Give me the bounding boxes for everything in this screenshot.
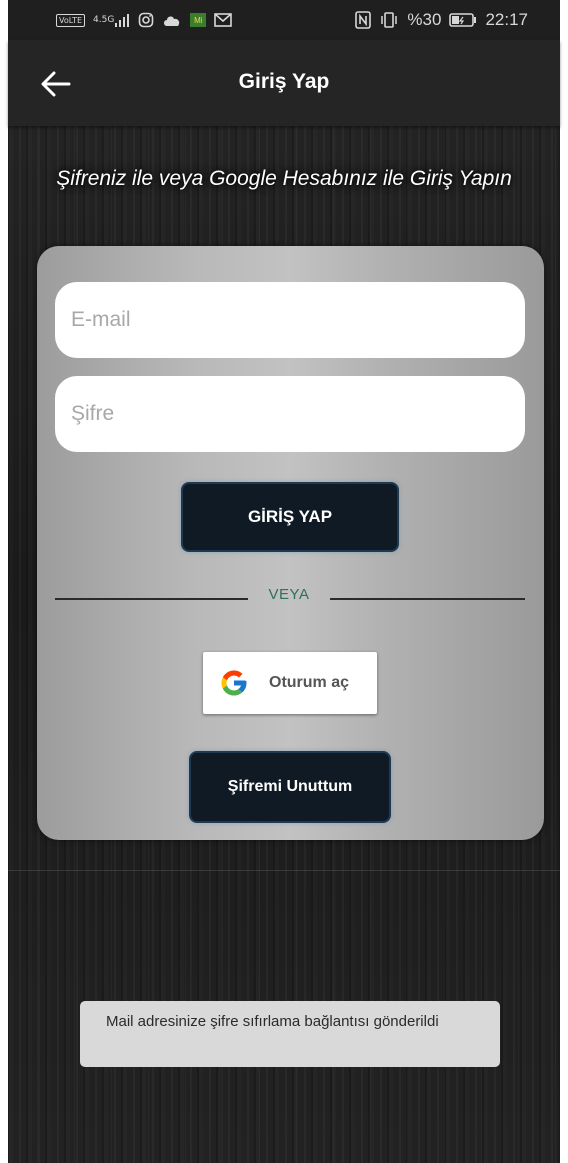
battery-percent: %30 [407,10,442,29]
volte-icon: VoLTE [56,13,86,27]
login-card: GİRİŞ YAP VEYA Oturum aç Şifremi Unuttum [37,246,544,840]
divider-left-line [55,598,248,600]
divider-or-label: VEYA [268,586,310,603]
mail-icon [214,13,233,27]
google-signin-button[interactable]: Oturum aç [203,652,377,714]
right-edge [560,0,568,1163]
email-field[interactable] [55,282,525,358]
clock: 22:17 [485,10,528,29]
status-right-icons: %30 22:17 [355,10,528,30]
cloud-icon [162,13,182,27]
google-icon [221,670,247,696]
status-left-icons: VoLTE 4.5G Mi [56,12,233,28]
app-badge-icon: Mi [190,13,207,27]
login-button[interactable]: GİRİŞ YAP [181,482,399,552]
app-bar: Giriş Yap [8,40,560,126]
login-subtitle: Şifreniz ile veya Google Hesabınız ile G… [56,167,512,190]
forgot-password-button[interactable]: Şifremi Unuttum [189,751,391,823]
signal-icon: 4.5G [93,13,130,27]
divider-right-line [330,598,525,600]
vibrate-icon [379,11,399,29]
google-signin-label: Oturum aç [269,674,350,691]
left-edge [0,0,8,1163]
status-bar: VoLTE 4.5G Mi %30 22:17 [8,0,560,40]
instagram-icon [138,12,154,28]
page-title: Giriş Yap [238,70,330,93]
network-type-label: 4.5G [93,14,115,25]
toast-message: Mail adresinize şifre sıfırlama bağlantı… [80,1001,500,1067]
nfc-icon [355,11,372,29]
battery-icon [449,13,477,27]
content-divider [8,870,560,871]
password-field[interactable] [55,376,525,452]
screen: VoLTE 4.5G Mi %30 22:17 Giriş Yap Şifren… [0,0,568,1163]
